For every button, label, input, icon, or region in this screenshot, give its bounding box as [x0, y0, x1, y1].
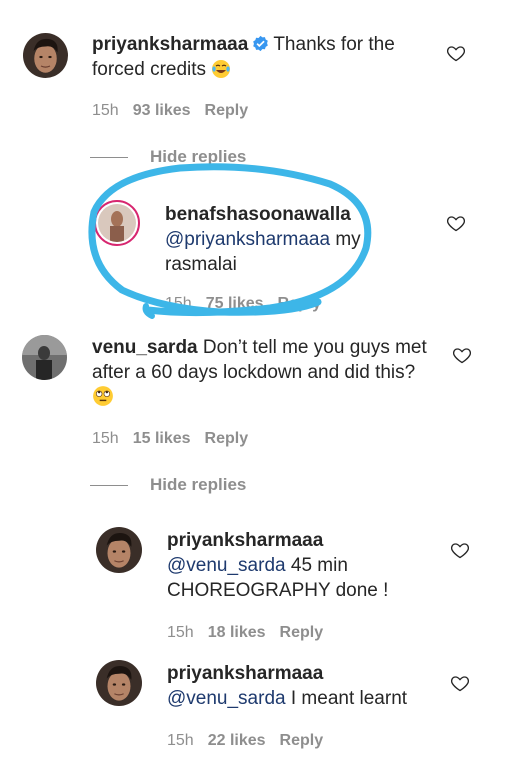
comment-venu-sarda: venu_sarda Don’t tell me you guys met af…: [0, 325, 522, 465]
hide-replies-label: Hide replies: [150, 147, 247, 166]
reply-priyanksharmaaa-2: priyanksharmaaa @venu_sarda I meant lear…: [0, 655, 522, 768]
username[interactable]: benafshasoonawalla: [165, 204, 351, 225]
username[interactable]: venu_sarda: [92, 337, 198, 358]
laughing-tears-emoji-icon: [212, 60, 231, 78]
comment-text: priyanksharmaaa Thanks for the forced cre…: [92, 32, 422, 82]
avatar[interactable]: [94, 200, 140, 246]
heart-icon[interactable]: [450, 673, 470, 693]
heart-icon[interactable]: [450, 540, 470, 560]
likes-count[interactable]: 75 likes: [206, 295, 264, 312]
comment-meta: 15h 22 likes Reply: [167, 732, 337, 750]
mention-link[interactable]: @venu_sarda: [167, 555, 286, 576]
reply-priyanksharmaaa-1: priyanksharmaaa @venu_sarda 45 min CHORE…: [0, 520, 522, 650]
timestamp: 15h: [92, 430, 119, 447]
comment-meta: 15h 93 likes Reply: [92, 102, 262, 120]
comment-text: benafshasoonawalla @priyanksharmaaa my r…: [165, 202, 425, 277]
hide-replies-label: Hide replies: [150, 475, 247, 494]
divider: [90, 157, 128, 159]
reply-button[interactable]: Reply: [205, 430, 249, 447]
comment-text: priyanksharmaaa @venu_sarda 45 min CHORE…: [167, 528, 427, 603]
username[interactable]: priyanksharmaaa: [167, 663, 323, 684]
timestamp: 15h: [167, 732, 194, 749]
comment-message: I meant learnt: [290, 688, 408, 709]
username[interactable]: priyanksharmaaa: [167, 530, 323, 551]
avatar[interactable]: [96, 527, 142, 573]
likes-count[interactable]: 18 likes: [208, 624, 266, 641]
verified-badge-icon: [253, 35, 269, 52]
heart-icon[interactable]: [452, 345, 472, 365]
eye-roll-emoji-icon: [93, 386, 113, 406]
comment-priyanksharmaaa-1: priyanksharmaaa Thanks for the forced cre…: [0, 0, 522, 130]
hide-replies-toggle[interactable]: Hide replies: [90, 475, 246, 495]
likes-count[interactable]: 93 likes: [133, 102, 191, 119]
avatar[interactable]: [96, 660, 142, 706]
comment-meta: 15h 15 likes Reply: [92, 430, 262, 448]
reply-button[interactable]: Reply: [278, 295, 322, 312]
reply-button[interactable]: Reply: [280, 624, 324, 641]
heart-icon[interactable]: [446, 43, 466, 63]
comment-meta: 15h 18 likes Reply: [167, 624, 337, 642]
avatar[interactable]: [23, 33, 68, 78]
timestamp: 15h: [165, 295, 192, 312]
reply-button[interactable]: Reply: [280, 732, 324, 749]
avatar[interactable]: [22, 335, 67, 380]
timestamp: 15h: [92, 102, 119, 119]
reply-benafshasoonawalla: benafshasoonawalla @priyanksharmaaa my r…: [0, 180, 522, 325]
reply-button[interactable]: Reply: [205, 102, 249, 119]
timestamp: 15h: [167, 624, 194, 641]
hide-replies-toggle[interactable]: Hide replies: [90, 147, 246, 167]
comment-meta: 15h 75 likes Reply: [165, 295, 335, 313]
likes-count[interactable]: 15 likes: [133, 430, 191, 447]
likes-count[interactable]: 22 likes: [208, 732, 266, 749]
mention-link[interactable]: @venu_sarda: [167, 688, 286, 709]
comment-text: priyanksharmaaa @venu_sarda I meant lear…: [167, 661, 447, 711]
heart-icon[interactable]: [446, 213, 466, 233]
divider: [90, 485, 128, 487]
username[interactable]: priyanksharmaaa: [92, 34, 248, 55]
comment-text: venu_sarda Don’t tell me you guys met af…: [92, 335, 432, 410]
mention-link[interactable]: @priyanksharmaaa: [165, 229, 330, 250]
